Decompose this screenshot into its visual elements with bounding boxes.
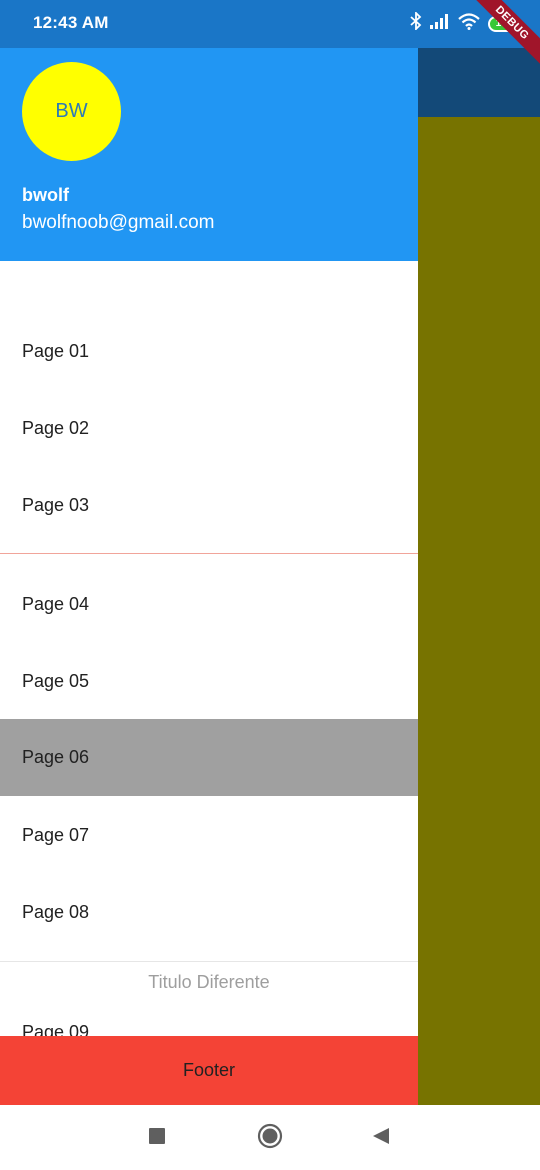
status-bar: 12:43 AM [0, 0, 540, 48]
footer-label: Footer [182, 1060, 236, 1080]
drawer-item-label: Page 03 [22, 495, 90, 515]
bluetooth-icon [410, 10, 422, 35]
drawer-item-page-08[interactable]: Page 08 [0, 874, 418, 951]
drawer-item-page-05[interactable]: Page 05 [0, 643, 418, 720]
drawer-item-label: Page 08 [22, 902, 90, 922]
drawer-item-label: Page 05 [22, 671, 90, 691]
system-nav-bar [0, 1105, 540, 1170]
drawer-item-label: Page 06 [22, 747, 90, 767]
account-name: bwolf [22, 185, 69, 205]
screen: 12:43 AM DEBUG BW bwolf bwolfnoob@gmail.… [0, 0, 540, 1170]
signal-icon [430, 13, 450, 34]
back-button[interactable] [366, 1123, 396, 1153]
status-time: 12:43 AM [33, 13, 109, 32]
section-title: Titulo Diferente [148, 972, 270, 992]
drawer-item-page-07[interactable]: Page 07 [0, 797, 418, 874]
drawer-item-label: Page 02 [22, 418, 90, 438]
divider [0, 961, 418, 962]
drawer-item-label: Page 07 [22, 825, 90, 845]
home-icon [257, 1123, 283, 1154]
recents-button[interactable] [142, 1123, 172, 1153]
drawer-item-page-01[interactable]: Page 01 [0, 313, 418, 390]
drawer-item-page-06[interactable]: Page 06 [0, 719, 418, 796]
home-button[interactable] [255, 1123, 285, 1153]
back-icon [372, 1127, 390, 1150]
avatar-initials: BW [55, 100, 88, 122]
wifi-icon [458, 12, 480, 35]
drawer-item-label: Page 01 [22, 341, 90, 361]
avatar[interactable]: BW [22, 62, 121, 161]
drawer-item-page-03[interactable]: Page 03 [0, 467, 418, 544]
recents-icon [149, 1127, 165, 1149]
drawer-footer[interactable]: Footer [0, 1036, 418, 1105]
navigation-drawer: BW bwolf bwolfnoob@gmail.com Page 01 Pag… [0, 0, 418, 1105]
drawer-item-page-02[interactable]: Page 02 [0, 390, 418, 467]
drawer-item-label: Page 04 [22, 594, 90, 614]
divider [0, 553, 418, 554]
drawer-item-page-04[interactable]: Page 04 [0, 566, 418, 643]
account-email: bwolfnoob@gmail.com [22, 212, 215, 233]
drawer-header: BW bwolf bwolfnoob@gmail.com [0, 40, 418, 261]
